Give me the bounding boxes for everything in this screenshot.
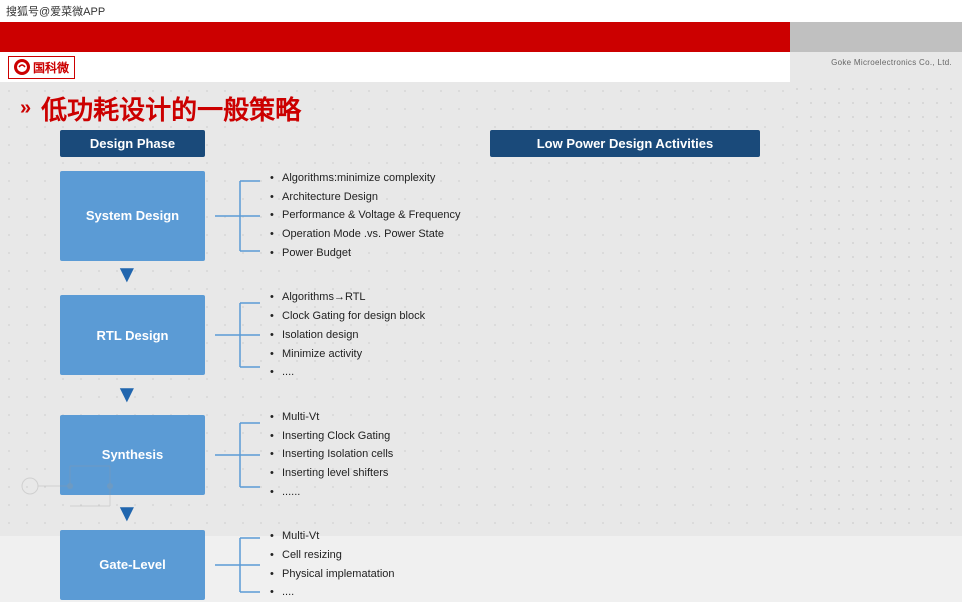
company-name: 国科微	[33, 59, 69, 76]
bracket-synthesis	[205, 415, 270, 495]
phase-box-gate: Gate-Level	[60, 530, 205, 600]
activities-synthesis: •Multi-Vt •Inserting Clock Gating •Inser…	[270, 408, 770, 501]
bracket-rtl	[205, 295, 270, 375]
phase-box-system: System Design	[60, 171, 205, 261]
watermark-text: 搜狐号@爱菜微APP	[6, 3, 105, 19]
design-phase-header: Design Phase	[60, 130, 205, 157]
bracket-system	[205, 171, 270, 261]
right-dot-grid	[790, 82, 962, 536]
watermark-bar: 搜狐号@爱菜微APP	[0, 0, 962, 22]
phase-row-gate: Gate-Level •Multi-Vt •Cell resizing •Phy…	[60, 527, 770, 602]
arrow-3: ▼	[115, 502, 770, 526]
low-power-header: Low Power Design Activities	[490, 130, 760, 157]
phase-row-system: System Design •Algorithms:minimize compl…	[60, 169, 770, 262]
title-arrow: »	[20, 97, 31, 120]
goke-brand: Goke Microelectronics Co., Ltd.	[831, 58, 952, 67]
slide: 国科微 Goke Microelectronics Co., Ltd. » 低功…	[0, 22, 962, 536]
page-title: 低功耗设计的一般策略	[41, 90, 301, 127]
phase-box-rtl: RTL Design	[60, 295, 205, 375]
logo-bar: 国科微	[0, 52, 790, 82]
activities-rtl: •Algorithms→RTL •Clock Gating for design…	[270, 288, 770, 381]
logo-icon	[14, 59, 30, 75]
activities-gate: •Multi-Vt •Cell resizing •Physical imple…	[270, 527, 770, 602]
phase-row-rtl: RTL Design •Algorithms→RTL •Clock Gating…	[60, 288, 770, 381]
red-bar	[0, 22, 790, 52]
company-logo: 国科微	[8, 56, 75, 79]
circuit-decoration	[10, 446, 160, 526]
column-headers: Design Phase Low Power Design Activities	[60, 130, 770, 157]
bracket-gate	[205, 530, 270, 600]
arrow-2: ▼	[115, 383, 770, 407]
phase-row-synthesis: Synthesis •Multi-Vt •Inserting Clock Gat…	[60, 408, 770, 501]
phases-container: System Design •Algorithms:minimize compl…	[60, 169, 770, 602]
title-section: » 低功耗设计的一般策略	[20, 90, 301, 127]
arrow-1: ▼	[115, 263, 770, 287]
activities-system: •Algorithms:minimize complexity •Archite…	[270, 169, 770, 262]
top-right-image	[790, 22, 962, 52]
